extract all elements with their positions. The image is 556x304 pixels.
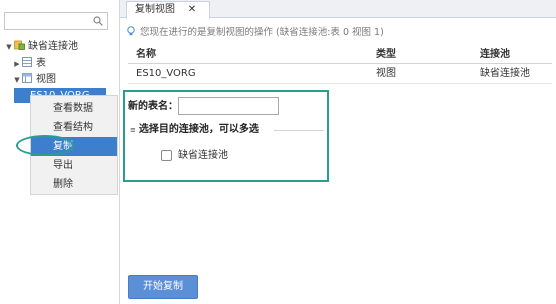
table-header: 名称 类型 连接池: [128, 46, 552, 64]
search-icon[interactable]: [93, 16, 103, 26]
tab-label: 复制视图: [135, 4, 175, 15]
column-header-name: 名称: [136, 49, 156, 60]
expanded-arrow-icon[interactable]: ▼: [4, 39, 14, 55]
section-divider: [274, 130, 324, 131]
table-row[interactable]: ES10_VORG 视图 缺省连接池: [128, 64, 552, 84]
column-header-type: 类型: [376, 49, 396, 60]
info-message: 您现在进行的是复制视图的操作 (缺省连接池:表 0 视图 1): [126, 26, 546, 40]
tab-bar: 复制视图 ✕: [120, 0, 556, 19]
close-icon[interactable]: ✕: [185, 2, 199, 18]
pool-checkbox[interactable]: [161, 150, 172, 161]
new-name-label: 新的表名：: [128, 101, 178, 112]
tree-item-tables[interactable]: ▶ 表: [12, 56, 46, 72]
info-text: 您现在进行的是复制视图的操作 (缺省连接池:表 0 视图 1): [140, 27, 384, 38]
collapsed-arrow-icon[interactable]: ▶: [12, 56, 22, 72]
tree-label-connection-pool: 缺省连接池: [28, 41, 78, 52]
expanded-arrow-icon[interactable]: ▼: [12, 72, 22, 88]
database-icon: [14, 40, 25, 50]
annotation-ellipse: [16, 135, 74, 156]
pool-checkbox-label[interactable]: 缺省连接池: [178, 149, 228, 163]
menu-item-delete[interactable]: 删除: [31, 175, 117, 194]
search-input[interactable]: [4, 12, 108, 30]
table-icon: [22, 57, 32, 67]
menu-item-export[interactable]: 导出: [31, 156, 117, 175]
cell-pool: 缺省连接池: [480, 68, 530, 79]
tree-item-connection-pool[interactable]: ▼ 缺省连接池: [4, 39, 78, 55]
cell-name: ES10_VORG: [136, 68, 196, 79]
tab-copy-view[interactable]: 复制视图 ✕: [126, 1, 210, 19]
lightbulb-icon: [127, 26, 135, 36]
cell-type: 视图: [376, 68, 396, 79]
new-name-input[interactable]: [178, 97, 279, 115]
section-collapse-icon[interactable]: ≡: [130, 126, 136, 134]
start-copy-button[interactable]: 开始复制: [128, 275, 198, 299]
section-title-text: 选择目的连接池，可以多选: [138, 124, 259, 135]
column-header-pool: 连接池: [480, 49, 510, 60]
menu-item-view-data[interactable]: 查看数据: [31, 99, 117, 118]
view-icon: [22, 73, 32, 83]
tree-label-tables: 表: [36, 58, 46, 69]
section-title: ≡ 选择目的连接池，可以多选: [130, 123, 259, 137]
tree-label-views: 视图: [36, 74, 56, 85]
tree-item-views[interactable]: ▼ 视图: [12, 72, 56, 88]
